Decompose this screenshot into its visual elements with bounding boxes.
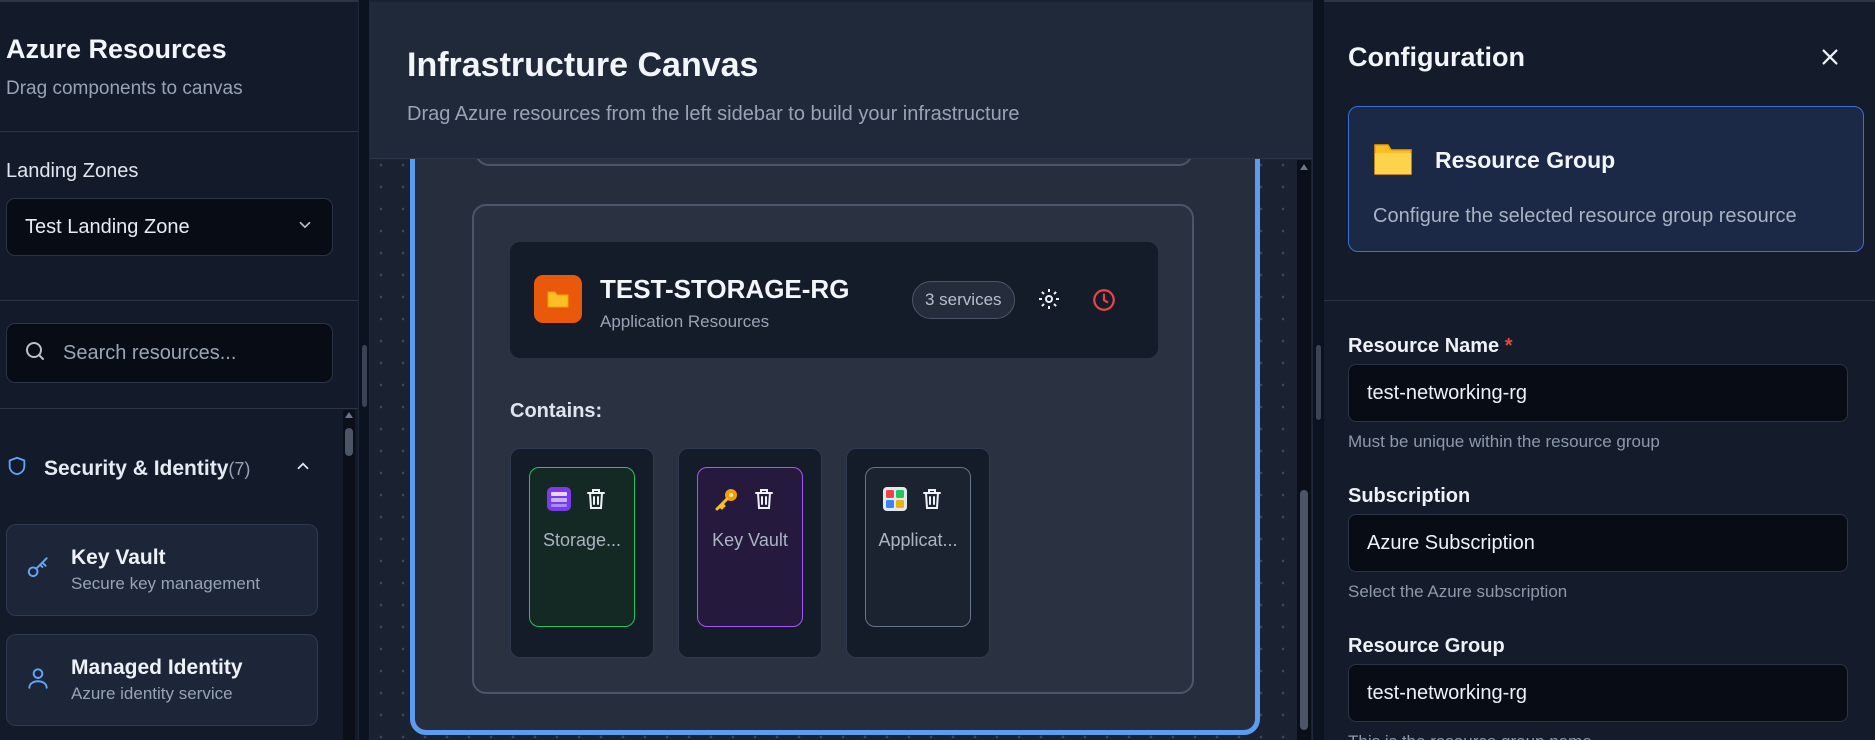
category-name: Security & Identity xyxy=(44,456,229,480)
user-icon xyxy=(25,665,51,696)
configuration-panel: Configuration Resource Group Configure t… xyxy=(1324,0,1875,740)
key-vault-icon xyxy=(714,486,740,517)
chevron-down-icon xyxy=(296,216,314,239)
resize-grip[interactable] xyxy=(1316,345,1321,420)
subscription-label: Subscription xyxy=(1348,485,1471,507)
child-resource-label: Key Vault xyxy=(712,530,788,550)
resource-group-help: This is the resource group name xyxy=(1348,732,1592,740)
config-resize-handle[interactable] xyxy=(1312,0,1324,740)
resize-grip[interactable] xyxy=(362,345,367,407)
required-marker: * xyxy=(1504,335,1513,357)
resource-item-desc: Azure identity service xyxy=(71,684,233,703)
resource-sidebar: Azure Resources Drag components to canva… xyxy=(0,0,358,740)
sidebar-header: Azure Resources Drag components to canva… xyxy=(0,2,358,132)
scroll-up-arrow[interactable] xyxy=(1300,164,1308,170)
canvas-header: Infrastructure Canvas Drag Azure resourc… xyxy=(370,2,1312,159)
resource-group-node[interactable]: TEST-STORAGE-RG Application Resources 3 … xyxy=(472,204,1194,694)
resource-group-type: Application Resources xyxy=(600,312,770,331)
canvas-title: Infrastructure Canvas xyxy=(407,46,759,84)
sidebar-scrollbar[interactable] xyxy=(343,410,355,740)
sidebar-subtitle: Drag components to canvas xyxy=(6,78,243,99)
child-resource-key-vault[interactable]: Key Vault xyxy=(678,448,822,658)
selected-resource-desc: Configure the selected resource group re… xyxy=(1373,205,1797,227)
resource-group-header[interactable]: TEST-STORAGE-RG Application Resources 3 … xyxy=(510,242,1158,358)
scrollbar-thumb[interactable] xyxy=(345,428,353,456)
selected-resource-title: Resource Group xyxy=(1435,147,1616,173)
canvas-subtitle: Drag Azure resources from the left sideb… xyxy=(407,103,1020,125)
child-resource-application[interactable]: Applicat... xyxy=(846,448,990,658)
scroll-up-arrow[interactable] xyxy=(345,412,353,418)
resource-name-label-text: Resource Name xyxy=(1348,335,1500,357)
category-count: (7) xyxy=(228,458,251,479)
search-icon xyxy=(23,339,47,368)
child-resource-tile[interactable]: Applicat... xyxy=(865,467,971,627)
key-icon xyxy=(25,555,51,586)
trash-icon[interactable] xyxy=(586,488,606,515)
infrastructure-canvas[interactable]: Infrastructure Canvas Drag Azure resourc… xyxy=(370,0,1312,740)
close-icon[interactable] xyxy=(1819,46,1841,73)
resource-item-desc: Secure key management xyxy=(71,574,260,593)
resource-item-key-vault[interactable]: Key Vault Secure key management xyxy=(6,524,318,616)
shield-icon xyxy=(6,454,28,483)
sidebar-title: Azure Resources xyxy=(6,34,227,64)
selected-resource-card: Resource Group Configure the selected re… xyxy=(1348,106,1864,252)
child-resource-label: Applicat... xyxy=(878,530,958,550)
chevron-up-icon[interactable] xyxy=(294,457,312,480)
resource-group-label: Resource Group xyxy=(1348,635,1505,657)
child-resource-storage[interactable]: Storage... xyxy=(510,448,654,658)
resource-item-name: Key Vault xyxy=(71,546,166,569)
resource-name-help: Must be unique within the resource group xyxy=(1348,432,1660,451)
landing-zone-value: Test Landing Zone xyxy=(25,215,190,238)
subscription-help: Select the Azure subscription xyxy=(1348,582,1568,601)
application-icon xyxy=(882,486,908,517)
folder-icon xyxy=(1373,141,1413,182)
resource-group-input[interactable] xyxy=(1348,664,1848,722)
storage-icon xyxy=(546,486,572,517)
child-resource-tile[interactable]: Key Vault xyxy=(697,467,803,627)
clock-icon[interactable] xyxy=(1091,287,1117,318)
resource-group-name: TEST-STORAGE-RG xyxy=(600,274,850,304)
canvas-scrollbar[interactable] xyxy=(1297,160,1311,740)
subscription-input[interactable] xyxy=(1348,514,1848,572)
search-input[interactable] xyxy=(63,341,323,365)
resource-item-managed-identity[interactable]: Managed Identity Azure identity service xyxy=(6,634,318,726)
trash-icon[interactable] xyxy=(922,488,942,515)
gear-icon[interactable] xyxy=(1037,287,1061,316)
services-count-badge: 3 services xyxy=(912,281,1015,319)
scrollbar-thumb[interactable] xyxy=(1300,490,1308,730)
divider xyxy=(1324,300,1875,301)
resource-name-label: Resource Name * xyxy=(1348,335,1513,358)
landing-zone-section: Landing Zones Test Landing Zone xyxy=(0,132,358,301)
category-label: Security & Identity(7) xyxy=(44,457,250,481)
trash-icon[interactable] xyxy=(754,488,774,515)
contains-label: Contains: xyxy=(510,400,603,422)
sidebar-resize-handle[interactable] xyxy=(358,0,370,740)
resource-item-name: Managed Identity xyxy=(71,656,243,679)
child-resource-tile[interactable]: Storage... xyxy=(529,467,635,627)
search-section xyxy=(0,301,358,409)
landing-zones-label: Landing Zones xyxy=(6,160,139,182)
resource-name-input[interactable] xyxy=(1348,364,1848,422)
search-box xyxy=(6,323,333,383)
config-title: Configuration xyxy=(1348,42,1525,72)
category-security-identity[interactable]: Security & Identity(7) xyxy=(6,454,318,483)
child-resource-label: Storage... xyxy=(542,530,622,550)
landing-zone-select[interactable]: Test Landing Zone xyxy=(6,198,333,256)
folder-icon xyxy=(534,275,582,323)
